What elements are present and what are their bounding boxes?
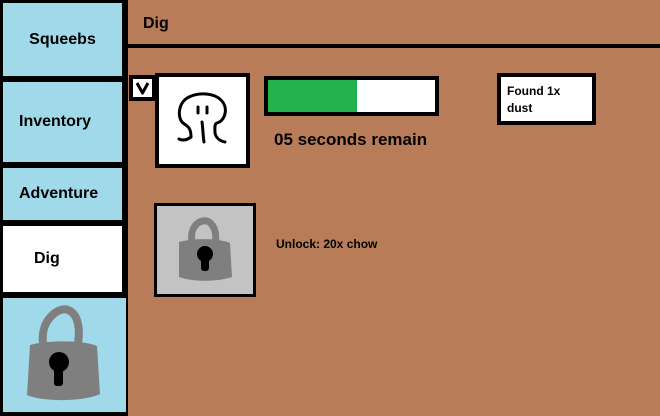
found-line-1: Found 1x [507, 84, 561, 98]
header-divider [128, 44, 660, 48]
sidebar-item-adventure[interactable]: Adventure [3, 168, 122, 220]
countdown-text: 05 seconds remain [274, 130, 428, 149]
chevron-down-icon [133, 79, 152, 97]
progress-fill [268, 80, 357, 112]
lock-icon [27, 305, 100, 401]
found-line-2: dust [507, 101, 533, 115]
sidebar-item-label: Adventure [19, 185, 99, 202]
sidebar-item-label: Dig [34, 250, 60, 267]
unlock-requirement-text: Unlock: 20x chow [276, 237, 378, 251]
sidebar-item-dig[interactable]: Dig [3, 226, 122, 292]
sidebar-item-label: Squeebs [29, 30, 96, 48]
sidebar: Squeebs Inventory Adventure Dig [0, 0, 128, 416]
lock-icon [179, 217, 232, 281]
sidebar-item-squeebs[interactable]: Squeebs [3, 3, 122, 76]
dig-progress-bar [264, 76, 439, 116]
locked-dig-slot[interactable] [154, 203, 256, 297]
sidebar-item-inventory[interactable]: Inventory [3, 82, 122, 162]
collapse-button[interactable] [129, 75, 156, 101]
found-item-notice: Found 1x dust [497, 73, 596, 125]
squeeb-creature-icon [177, 92, 227, 144]
sidebar-item-locked [3, 298, 126, 412]
dig-slot[interactable] [155, 73, 250, 168]
sidebar-item-label: Inventory [19, 113, 92, 130]
page-title: Dig [143, 15, 169, 32]
